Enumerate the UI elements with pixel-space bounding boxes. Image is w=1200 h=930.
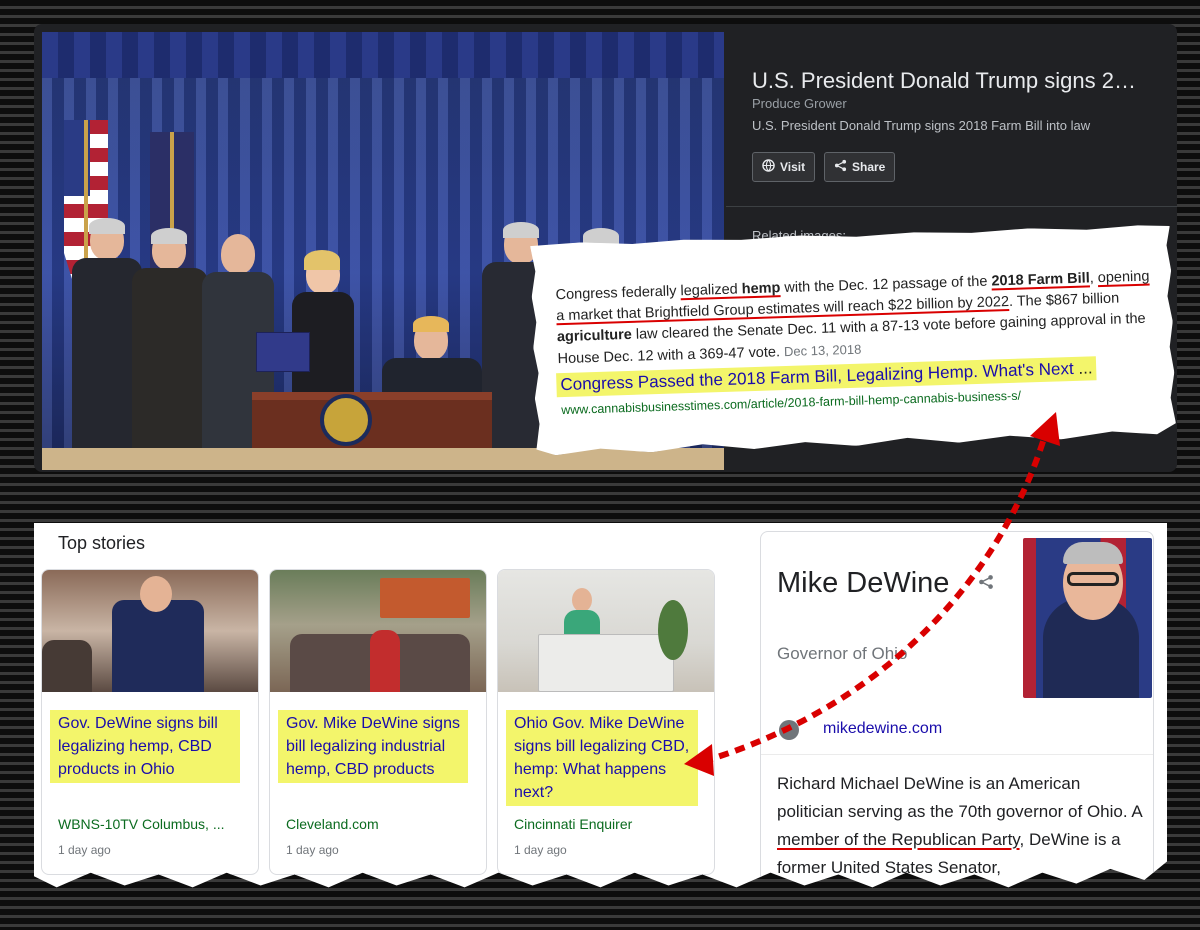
featured-snippet-clipping: Congress federally legalized hemp with t… (530, 224, 1176, 456)
story-card[interactable]: Gov. Mike DeWine signs bill legalizing i… (269, 569, 487, 875)
image-description: U.S. President Donald Trump signs 2018 F… (752, 118, 1091, 133)
story-card[interactable]: Ohio Gov. Mike DeWine signs bill legaliz… (497, 569, 715, 875)
kp-website-link[interactable]: mikedewine.com (823, 720, 942, 738)
kp-subtitle: Governor of Ohio (777, 644, 908, 663)
share-label: Share (852, 160, 886, 174)
kp-desc-1: Richard Michael DeWine is an American po… (777, 774, 1142, 821)
snippet-text-1: Congress federally (555, 283, 681, 304)
globe-icon (762, 159, 775, 175)
story-thumbnail (42, 570, 258, 692)
story-thumbnail (498, 570, 714, 692)
visit-label: Visit (780, 160, 806, 174)
story-age: 1 day ago (58, 843, 111, 857)
curtain-valance (42, 32, 724, 78)
story-source: Cleveland.com (286, 816, 379, 832)
image-source: Produce Grower (752, 96, 847, 111)
snippet-text-8: . The $867 billion (1008, 290, 1120, 310)
search-results-panel: Top stories Gov. DeWine signs bill legal… (34, 523, 1167, 888)
story-source: Cincinnati Enquirer (514, 816, 633, 832)
story-age: 1 day ago (286, 843, 339, 857)
story-age: 1 day ago (514, 843, 567, 857)
snippet-text: Congress federally legalized hemp with t… (555, 266, 1157, 370)
image-title[interactable]: U.S. President Donald Trump signs 2… (752, 68, 1166, 94)
divider (761, 754, 1153, 755)
presidential-seal (320, 394, 372, 446)
kp-description: Richard Michael DeWine is an American po… (777, 770, 1149, 882)
snippet-text-2: legalized (680, 281, 742, 300)
globe-icon (779, 720, 799, 740)
kp-title: Mike DeWine (777, 567, 950, 599)
top-stories-heading: Top stories (58, 533, 146, 553)
signing-desk (252, 392, 492, 448)
stage-floor (42, 448, 724, 470)
share-button[interactable]: Share (824, 152, 896, 182)
story-thumbnail (270, 570, 486, 692)
story-card[interactable]: Gov. DeWine signs bill legalizing hemp, … (41, 569, 259, 875)
divider (726, 206, 1177, 207)
bill-folder (256, 332, 310, 372)
story-title: Ohio Gov. Mike DeWine signs bill legaliz… (506, 710, 698, 806)
snippet-text-4: with the Dec. 12 passage of the (780, 273, 992, 297)
snippet-keyword-farm-bill: 2018 Farm Bill (991, 270, 1090, 290)
share-icon (834, 159, 847, 175)
story-title: Gov. DeWine signs bill legalizing hemp, … (50, 710, 240, 783)
visit-button[interactable]: Visit (752, 152, 816, 182)
snippet-date: Dec 13, 2018 (783, 341, 862, 360)
snippet-keyword-agriculture: agriculture (556, 326, 633, 346)
dewine-portrait[interactable] (1023, 538, 1152, 698)
story-title: Gov. Mike DeWine signs bill legalizing i… (278, 710, 468, 783)
snippet-link-ellipsis: ... (1073, 358, 1093, 378)
snippet-text-6: , (1089, 270, 1095, 287)
snippet-keyword-hemp: hemp (741, 280, 781, 298)
story-source: WBNS-10TV Columbus, ... (58, 816, 225, 832)
share-icon[interactable] (978, 574, 994, 595)
knowledge-panel: Mike DeWine Governor of Ohio mikedewine.… (760, 531, 1154, 888)
kp-desc-party: member of the Republican Party (777, 830, 1020, 849)
